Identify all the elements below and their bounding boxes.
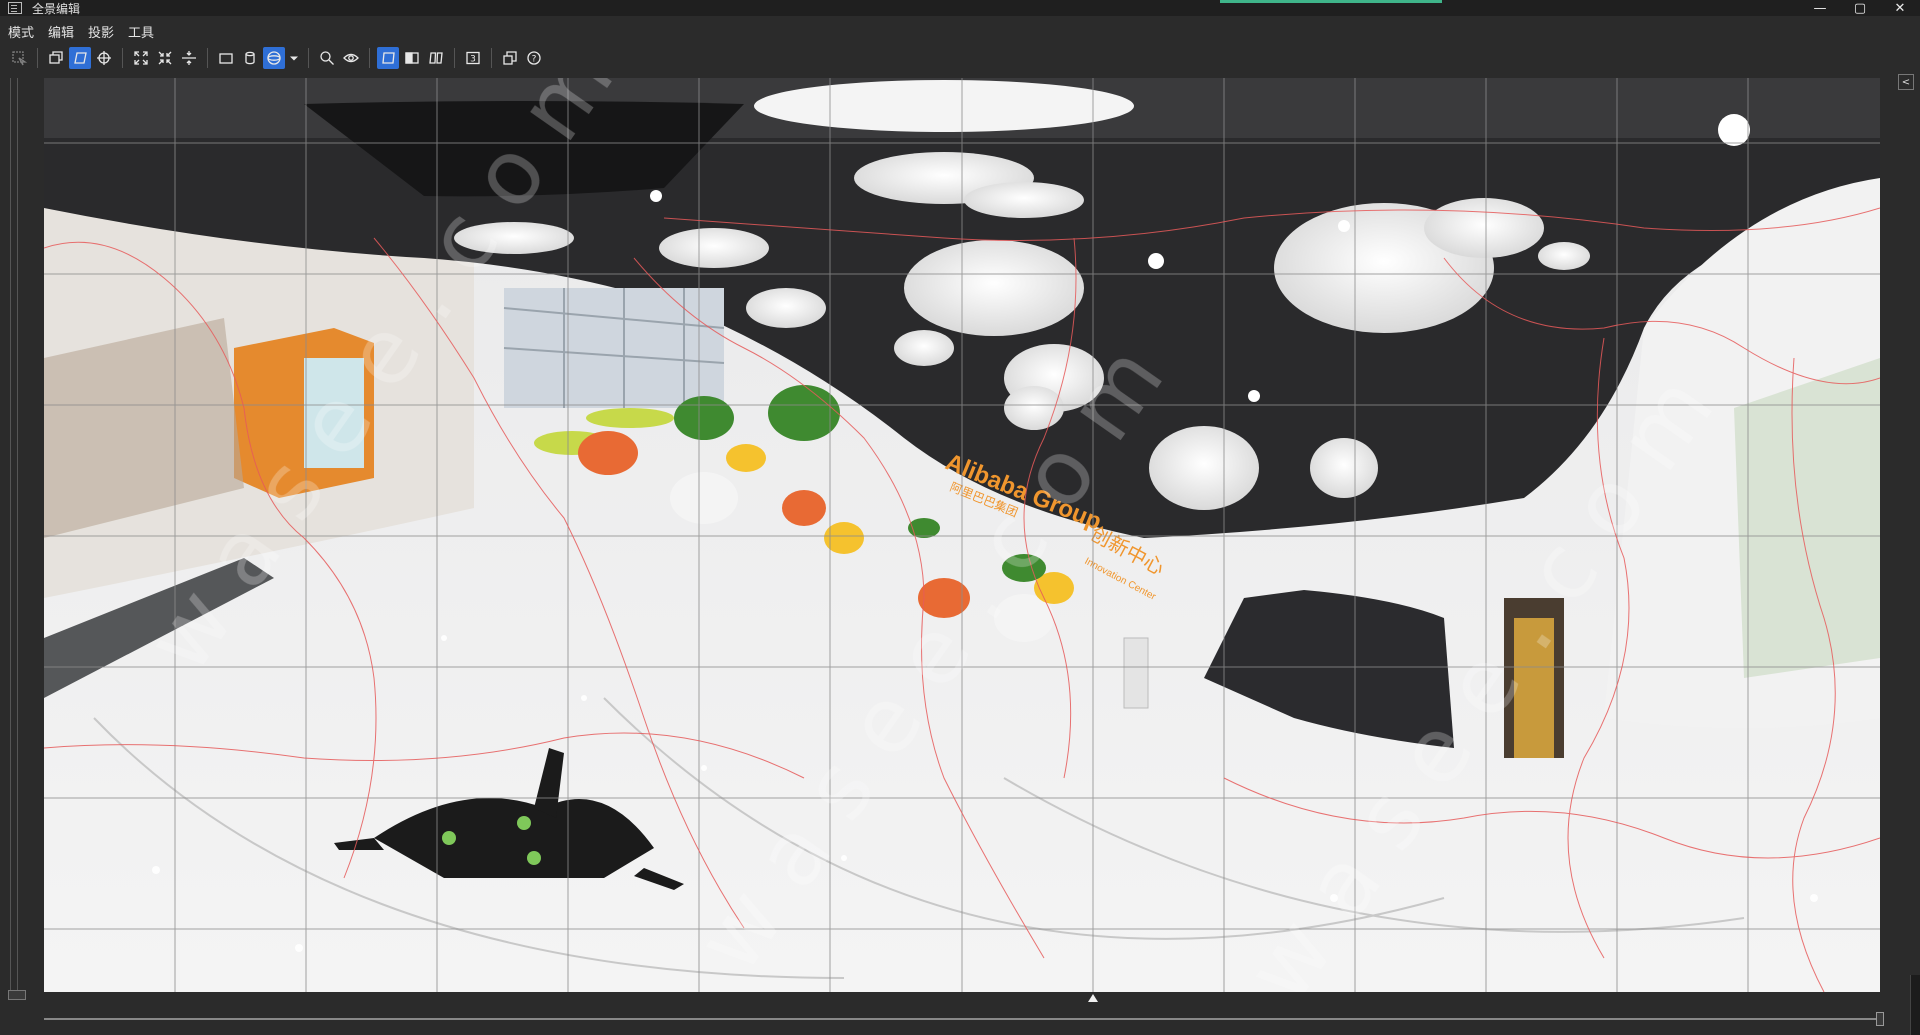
horizontal-slider-knob[interactable] — [1876, 1012, 1884, 1026]
dual-panel-icon — [429, 52, 443, 64]
toolbar-separator — [308, 48, 309, 68]
side-panel-collapse-button[interactable]: < — [1898, 74, 1914, 90]
panorama-image: Alibaba Group 阿里巴巴集团 创新中心 Innovation Cen… — [44, 78, 1880, 992]
help-button[interactable]: ? — [523, 47, 545, 69]
window-title: 全景编辑 — [32, 1, 81, 16]
svg-text:?: ? — [532, 55, 537, 65]
rectangle-icon — [219, 53, 233, 64]
expand-arrows-icon — [134, 51, 148, 65]
menu-tools[interactable]: 工具 — [128, 22, 154, 41]
zoom-button[interactable] — [316, 47, 338, 69]
dual-view-button[interactable] — [425, 47, 447, 69]
single-panel-icon — [382, 52, 395, 64]
panorama-canvas[interactable]: Alibaba Group 阿里巴巴集团 创新中心 Innovation Cen… — [44, 78, 1880, 992]
toolbar-separator — [369, 48, 370, 68]
layers-icon — [49, 51, 63, 64]
svg-text:3: 3 — [470, 55, 476, 65]
numbered-box-icon: 3 — [466, 51, 480, 65]
title-accent-bar — [1220, 0, 1442, 3]
vertical-scroll-track[interactable] — [10, 78, 18, 1000]
chevron-down-icon — [290, 56, 298, 61]
select-pointer-icon — [12, 51, 27, 66]
fit-expand-button[interactable] — [130, 47, 152, 69]
rectilinear-projection-button[interactable] — [215, 47, 237, 69]
title-bar: 全景编辑 — ▢ ✕ — [0, 0, 1920, 16]
horizon-split-icon — [182, 51, 196, 65]
toolbar-separator — [454, 48, 455, 68]
split-view-button[interactable] — [401, 47, 423, 69]
select-tool-button[interactable] — [8, 47, 30, 69]
eye-icon — [343, 53, 359, 63]
horizon-button[interactable] — [178, 47, 200, 69]
single-view-button[interactable] — [377, 47, 399, 69]
crosshair-tool-button[interactable] — [93, 47, 115, 69]
side-panel-edge[interactable] — [1910, 975, 1920, 1035]
help-icon: ? — [527, 51, 541, 65]
menu-bar: 模式 编辑 投影 工具 — [0, 20, 168, 42]
perspective-tool-button[interactable] — [69, 47, 91, 69]
horizontal-slider-track[interactable] — [44, 1018, 1880, 1020]
cylindrical-projection-button[interactable] — [239, 47, 261, 69]
collapse-arrows-icon — [158, 51, 172, 65]
windows-stack-icon — [503, 51, 517, 65]
toolbar-separator — [491, 48, 492, 68]
maximize-button[interactable]: ▢ — [1840, 0, 1880, 16]
preview-button[interactable] — [340, 47, 362, 69]
perspective-plane-icon — [74, 52, 87, 64]
menu-edit[interactable]: 编辑 — [48, 22, 74, 41]
toolbar: 3 ? — [0, 46, 1920, 70]
sphere-icon — [267, 51, 281, 65]
numbered-view-button[interactable]: 3 — [462, 47, 484, 69]
toolbar-separator — [37, 48, 38, 68]
menu-mode[interactable]: 模式 — [8, 22, 34, 41]
spherical-projection-button[interactable] — [263, 47, 285, 69]
fit-collapse-button[interactable] — [154, 47, 176, 69]
center-marker-triangle[interactable] — [1088, 994, 1098, 1002]
vertical-scroll-knob[interactable] — [8, 990, 26, 1000]
toolbar-separator — [122, 48, 123, 68]
cylinder-icon — [245, 51, 255, 65]
app-icon — [8, 2, 22, 14]
menu-projection[interactable]: 投影 — [88, 22, 114, 41]
crosshair-icon — [97, 51, 111, 65]
close-button[interactable]: ✕ — [1880, 0, 1920, 16]
minimize-button[interactable]: — — [1800, 0, 1840, 16]
half-panel-icon — [405, 52, 419, 64]
layer-tool-button[interactable] — [45, 47, 67, 69]
windows-button[interactable] — [499, 47, 521, 69]
toolbar-separator — [207, 48, 208, 68]
search-icon — [320, 51, 334, 65]
projection-dropdown-button[interactable] — [287, 47, 301, 69]
window-controls: — ▢ ✕ — [1800, 0, 1920, 16]
